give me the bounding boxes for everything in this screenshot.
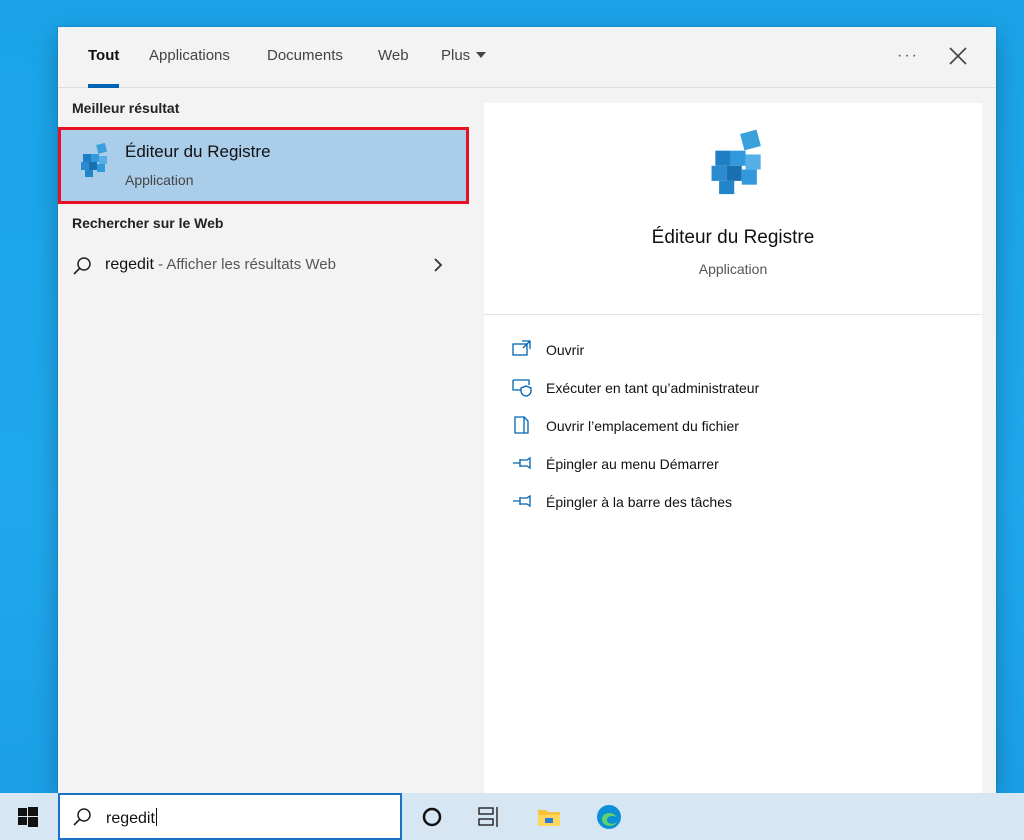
cortana-icon[interactable]: [419, 804, 445, 830]
registry-editor-icon: [81, 142, 108, 177]
chevron-down-icon: [476, 52, 487, 58]
edge-icon[interactable]: [596, 804, 622, 830]
search-icon: [73, 808, 91, 826]
close-icon: [949, 47, 967, 65]
best-result-title: Éditeur du Registre: [125, 142, 271, 161]
search-icon: [73, 257, 91, 275]
web-search-result[interactable]: regedit - Afficher les résultats Web: [58, 242, 468, 288]
tab-documents[interactable]: Documents: [267, 27, 343, 88]
tab-plus[interactable]: Plus: [441, 27, 487, 88]
preview-header: Éditeur du Registre Application: [484, 103, 982, 315]
results-list: Meilleur résultat Éditeur du Registre Ap…: [58, 89, 469, 793]
tab-web[interactable]: Web: [378, 27, 409, 88]
tab-tout[interactable]: Tout: [88, 27, 120, 88]
search-panel: Tout Applications Documents Web Plus ···…: [58, 27, 996, 793]
web-search-suffix: - Afficher les résultats Web: [153, 256, 336, 273]
open-icon: [512, 340, 531, 356]
run-as-admin-icon: [512, 379, 532, 397]
tab-applications[interactable]: Applications: [149, 27, 230, 88]
preview-pane: Éditeur du Registre Application Ouvrir E…: [484, 103, 982, 793]
best-result-item[interactable]: Éditeur du Registre Application: [58, 127, 469, 204]
close-button[interactable]: [946, 41, 970, 71]
preview-title: Éditeur du Registre: [651, 227, 815, 248]
best-result-heading: Meilleur résultat: [72, 100, 180, 116]
chevron-right-icon: [434, 258, 443, 272]
text-cursor: [155, 808, 157, 826]
pin-icon: [513, 494, 531, 508]
preview-subtitle: Application: [698, 261, 768, 277]
file-location-icon: [514, 416, 529, 434]
more-options-button[interactable]: ···: [896, 41, 920, 71]
web-search-query: regedit: [105, 256, 154, 273]
taskbar-search-box[interactable]: regedit: [58, 793, 402, 840]
file-explorer-icon[interactable]: [536, 804, 562, 830]
task-view-icon[interactable]: [476, 804, 502, 830]
registry-editor-icon: [711, 129, 761, 195]
web-search-heading: Rechercher sur le Web: [72, 215, 224, 231]
best-result-subtitle: Application: [125, 172, 194, 188]
search-input[interactable]: regedit: [106, 810, 155, 827]
ellipsis-icon: ···: [897, 47, 919, 64]
windows-start-icon[interactable]: [18, 807, 38, 827]
tab-bar: Tout Applications Documents Web Plus ···: [58, 27, 996, 88]
taskbar: regedit: [0, 793, 1024, 840]
pin-icon: [513, 456, 531, 470]
